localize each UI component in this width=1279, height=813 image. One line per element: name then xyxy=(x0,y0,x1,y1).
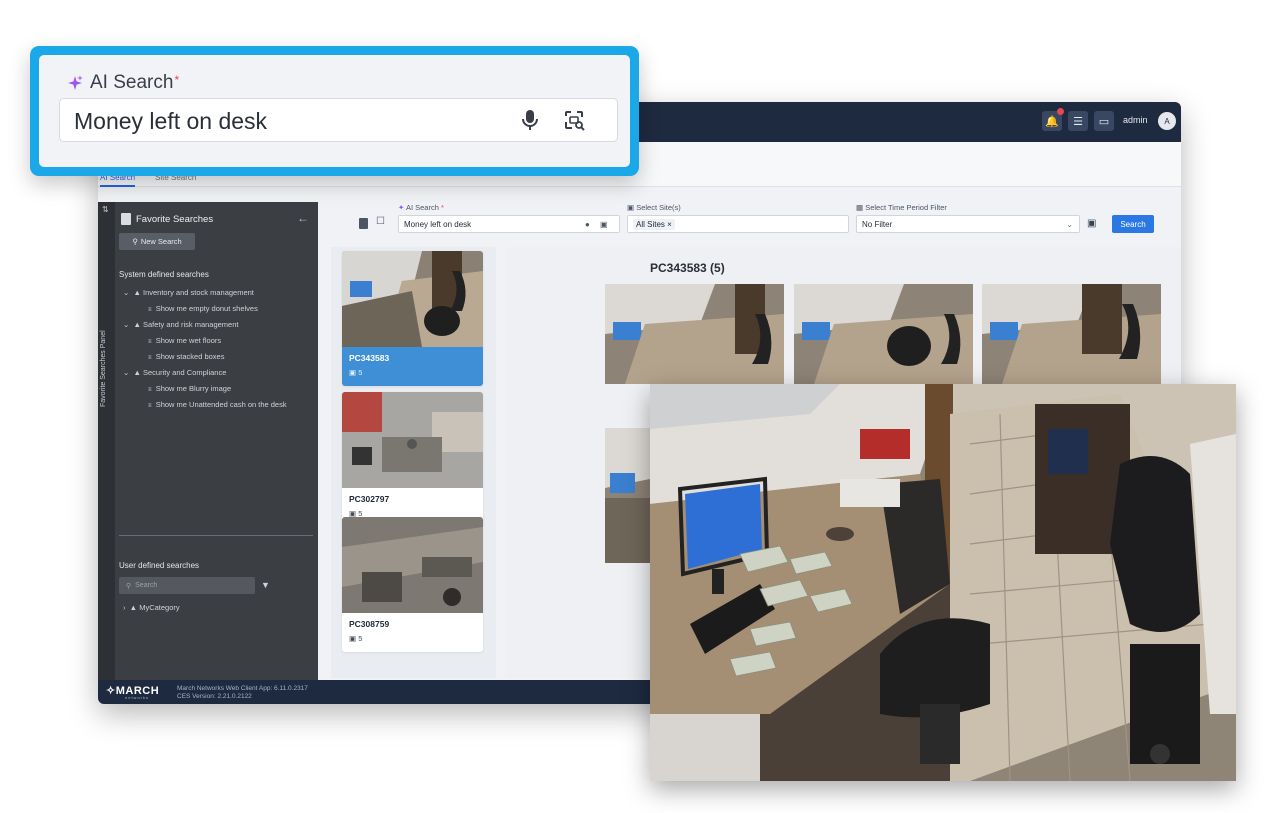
scan-icon[interactable]: ▣ xyxy=(1087,218,1096,229)
search-icon: ⚲ xyxy=(126,582,132,590)
favorite-searches-panel: Favorite Searches ← ⚲ New Search System … xyxy=(115,202,318,680)
ai-search-callout-input[interactable]: Money left on desk xyxy=(59,98,618,142)
bookmark-icon[interactable]: ☐ xyxy=(376,216,385,227)
result-image[interactable] xyxy=(794,284,973,384)
image-search-icon[interactable]: ▣ xyxy=(600,220,608,229)
time-filter-select[interactable]: No Filter ⌄ xyxy=(856,215,1080,233)
image-count: ▣ 5 xyxy=(349,368,363,377)
devices-icon[interactable]: ▭ xyxy=(1094,111,1114,131)
search-button[interactable]: Search xyxy=(1112,215,1154,233)
sparkle-icon: ✦ xyxy=(398,203,405,212)
category-security[interactable]: ⌄ ▲ Security and Compliance xyxy=(123,368,226,377)
result-image[interactable] xyxy=(605,428,655,563)
results-title: PC343583 (5) xyxy=(650,261,725,275)
search-toolbar: ☐ ✦ AI Search * Money left on desk ● ▣ ▣… xyxy=(326,187,1181,247)
chevron-down-icon: ⌄ xyxy=(123,368,130,377)
ai-search-callout-label: AI Search * xyxy=(66,72,179,94)
time-filter-label: ▦ Select Time Period Filter xyxy=(856,203,947,212)
user-searches-heading: User defined searches xyxy=(119,561,200,570)
search-placeholder: Search xyxy=(135,582,158,589)
system-searches-heading: System defined searches xyxy=(119,270,209,279)
category-icon: ▲ xyxy=(133,320,141,329)
camera-thumbnail xyxy=(342,517,483,613)
chevron-down-icon: ⌄ xyxy=(1066,219,1073,229)
camera-id: PC302797 xyxy=(349,494,390,504)
ai-search-callout: AI Search * Money left on desk xyxy=(30,46,639,176)
chevron-down-icon: ⌄ xyxy=(123,288,130,297)
favorites-panel-label: Favorite Searches Panel xyxy=(100,330,107,407)
camera-thumbnail xyxy=(342,392,483,488)
new-search-button[interactable]: ⚲ New Search xyxy=(119,233,195,250)
camera-id: PC343583 xyxy=(349,353,390,363)
category-inventory[interactable]: ⌄ ▲ Inventory and stock management xyxy=(123,288,254,297)
site-label: ▣ Select Site(s) xyxy=(627,203,681,212)
category-mycategory[interactable]: › ▲ MyCategory xyxy=(123,603,180,612)
chevron-right-icon: › xyxy=(123,603,126,612)
card-info: PC308759 ▣ 5 xyxy=(342,613,483,652)
bell-icon[interactable]: 🔔 xyxy=(1042,108,1064,131)
card-info: PC343583 ▣ 5 xyxy=(342,347,483,386)
saved-search-item[interactable]: ≡ Show me empty donut shelves xyxy=(148,304,258,313)
favorites-panel-strip[interactable]: ⇅ Favorite Searches Panel xyxy=(98,202,115,680)
saved-search-icon: ≡ xyxy=(148,355,152,361)
ai-search-callout-inner: AI Search * Money left on desk xyxy=(39,55,630,167)
logo-subtext: networks xyxy=(125,695,150,700)
image-icon: ▣ xyxy=(349,368,357,377)
chevron-down-icon: ⌄ xyxy=(123,320,130,329)
camera-cards-list: PC343583 ▣ 5 PC302797 ▣ 5 PC308759 ▣ 5 xyxy=(331,247,496,678)
image-icon: ▣ xyxy=(349,634,357,643)
category-icon: ▲ xyxy=(129,603,138,612)
saved-search-icon: ≡ xyxy=(148,387,152,393)
panel-toggle-icon[interactable]: ⇅ xyxy=(102,205,109,214)
camera-card[interactable]: PC343583 ▣ 5 xyxy=(342,251,483,386)
camera-id: PC308759 xyxy=(349,619,390,629)
site-chip[interactable]: All Sites × xyxy=(633,218,675,230)
user-name[interactable]: admin xyxy=(1123,115,1148,125)
camera-image-enlarged[interactable] xyxy=(650,384,1236,781)
image-search-icon[interactable] xyxy=(562,108,586,132)
ces-version: CES Version: 2.21.0.2122 xyxy=(177,693,252,700)
saved-search-item[interactable]: ≡ Show me wet floors xyxy=(148,336,221,345)
result-image[interactable] xyxy=(982,284,1161,384)
arrow-left-icon[interactable]: ← xyxy=(297,211,309,225)
saved-search-item[interactable]: ≡ Show me Blurry image xyxy=(148,384,231,393)
app-version: March Networks Web Client App: 6.11.0.23… xyxy=(177,685,308,692)
image-count: ▣ 5 xyxy=(349,634,363,643)
user-search-input[interactable]: ⚲ Search xyxy=(119,577,255,594)
book-icon xyxy=(121,213,131,225)
sparkle-icon xyxy=(68,75,83,90)
saved-search-icon: ≡ xyxy=(148,307,152,313)
ai-search-label: ✦ AI Search * xyxy=(398,203,444,212)
camera-card[interactable]: PC308759 ▣ 5 xyxy=(342,517,483,652)
camera-card[interactable]: PC302797 ▣ 5 xyxy=(342,392,483,527)
avatar[interactable]: A xyxy=(1158,112,1176,130)
saved-search-icon: ≡ xyxy=(148,403,152,409)
calendar-icon: ▦ xyxy=(856,203,864,212)
divider xyxy=(119,535,313,536)
book-icon[interactable] xyxy=(359,218,368,229)
required-mark: * xyxy=(174,73,180,87)
site-select[interactable]: All Sites × xyxy=(627,215,849,233)
microphone-icon[interactable]: ● xyxy=(585,220,590,229)
list-icon[interactable]: ☰ xyxy=(1068,111,1088,131)
microphone-icon[interactable] xyxy=(519,108,541,132)
notification-badge xyxy=(1057,108,1064,115)
ai-search-input[interactable]: Money left on desk ● ▣ xyxy=(398,215,620,233)
filter-icon[interactable]: ▼ xyxy=(261,580,270,590)
result-image[interactable] xyxy=(605,284,784,384)
category-icon: ▲ xyxy=(133,288,141,297)
category-safety[interactable]: ⌄ ▲ Safety and risk management xyxy=(123,320,238,329)
camera-thumbnail xyxy=(342,251,483,347)
panel-title: Favorite Searches xyxy=(136,214,214,225)
ai-search-callout-value: Money left on desk xyxy=(74,108,268,134)
site-icon: ▣ xyxy=(627,203,635,212)
new-search-label: New Search xyxy=(140,237,182,246)
saved-search-item[interactable]: ≡ Show stacked boxes xyxy=(148,352,224,361)
saved-search-item[interactable]: ≡ Show me Unattended cash on the desk xyxy=(148,400,287,409)
saved-search-icon: ≡ xyxy=(148,339,152,345)
category-icon: ▲ xyxy=(133,368,141,377)
search-icon: ⚲ xyxy=(132,237,138,246)
